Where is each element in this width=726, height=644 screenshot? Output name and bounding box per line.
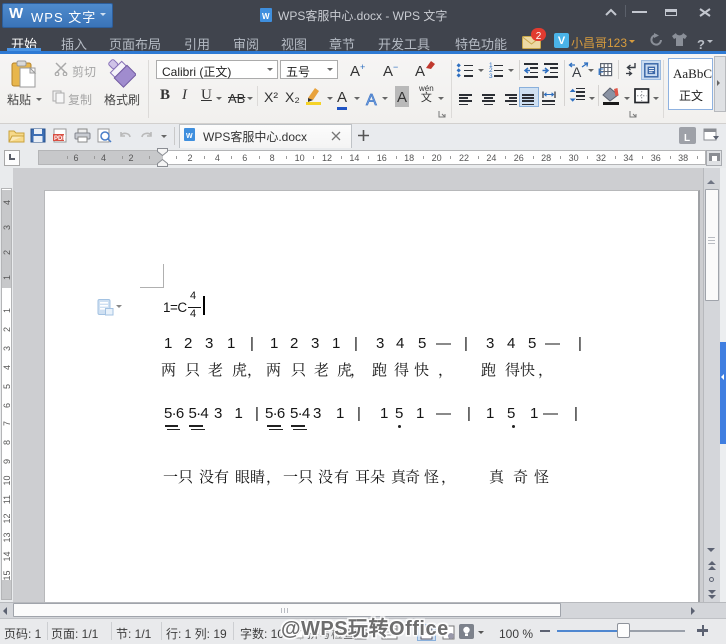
svg-text:F: F: [598, 67, 604, 77]
svg-text:PDF: PDF: [54, 133, 66, 142]
